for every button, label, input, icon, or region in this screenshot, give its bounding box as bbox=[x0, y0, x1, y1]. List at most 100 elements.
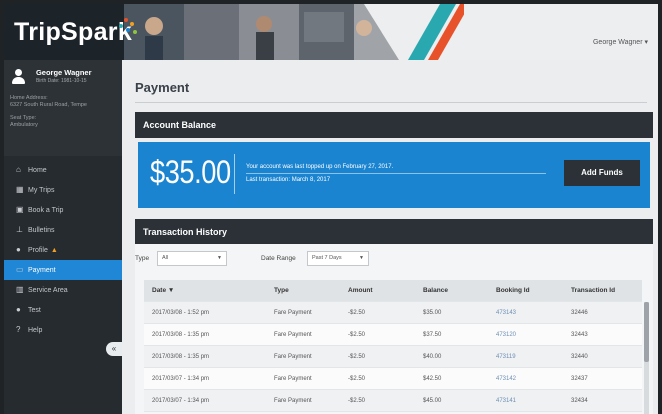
table-row: 2017/03/08 - 1:35 pm Fare Payment -$2.50… bbox=[144, 346, 642, 368]
cell-transaction-id: 32437 bbox=[571, 376, 588, 382]
header-banner: TripSpark bbox=[4, 4, 464, 60]
balance-divider bbox=[234, 154, 235, 194]
column-header-booking-id[interactable]: Booking Id bbox=[496, 280, 530, 302]
cell-type: Fare Payment bbox=[274, 354, 312, 360]
transaction-history-heading: Transaction History bbox=[135, 219, 653, 245]
profile-card: George Wagner Birth Date: 1981-10-15 Hom… bbox=[4, 60, 122, 156]
sidebar-item-label: Profile bbox=[28, 247, 48, 254]
avatar-icon bbox=[10, 68, 28, 86]
column-header-balance[interactable]: Balance bbox=[423, 280, 448, 302]
balance-text-divider bbox=[246, 173, 546, 174]
table-row: 2017/03/08 - 1:52 pm Fare Payment -$2.50… bbox=[144, 302, 642, 324]
type-filter-label: Type bbox=[135, 255, 150, 262]
booking-id-link[interactable]: 473141 bbox=[496, 390, 516, 412]
booking-id-link[interactable]: 473120 bbox=[496, 324, 516, 346]
booking-id-link[interactable]: 473143 bbox=[496, 302, 516, 324]
sidebar-item-label: Home bbox=[28, 167, 47, 174]
credit-card-icon: ▭ bbox=[16, 265, 24, 274]
account-balance-heading: Account Balance bbox=[135, 112, 653, 138]
cell-balance: $37.50 bbox=[423, 332, 442, 338]
chevron-down-icon: ▼ bbox=[359, 255, 364, 261]
title-divider bbox=[135, 102, 647, 103]
top-header: TripSpark George Wagner ▾ bbox=[4, 4, 658, 60]
address-label: Home Address: bbox=[10, 95, 48, 101]
profile-birth-date: Birth Date: 1981-10-15 bbox=[35, 78, 87, 84]
cell-type: Fare Payment bbox=[274, 398, 312, 404]
sidebar-item-profile[interactable]: ● Profile ▲ bbox=[4, 240, 122, 260]
question-icon: ? bbox=[16, 325, 21, 334]
user-menu[interactable]: George Wagner ▾ bbox=[593, 38, 648, 46]
cell-type: Fare Payment bbox=[274, 332, 312, 338]
sidebar-item-label: Book a Trip bbox=[28, 207, 64, 214]
sidebar-item-label: Test bbox=[28, 307, 41, 314]
table-row: 2017/03/08 - 1:35 pm Fare Payment -$2.50… bbox=[144, 324, 642, 346]
chevron-down-icon: ▼ bbox=[217, 255, 222, 261]
account-balance-panel: $35.00 Your account was last topped up o… bbox=[138, 142, 650, 208]
cell-type: Fare Payment bbox=[274, 310, 312, 316]
sidebar-item-label: Service Area bbox=[28, 287, 68, 294]
sidebar: George Wagner Birth Date: 1981-10-15 Hom… bbox=[4, 60, 122, 414]
cell-balance: $35.00 bbox=[423, 310, 442, 316]
page-title: Payment bbox=[135, 80, 190, 95]
cell-amount: -$2.50 bbox=[348, 332, 366, 338]
booking-id-link[interactable]: 473142 bbox=[496, 368, 516, 390]
cell-date: 2017/03/08 - 1:35 pm bbox=[152, 354, 210, 360]
cell-transaction-id: 32446 bbox=[571, 310, 588, 316]
sidebar-item-service-area[interactable]: ▥ Service Area bbox=[4, 280, 122, 300]
table-header-row: Date ▼ Type Amount Balance Booking Id Tr… bbox=[144, 280, 642, 302]
date-range-select-value: Past 7 Days bbox=[312, 255, 342, 261]
booking-id-link[interactable]: 473119 bbox=[496, 346, 516, 368]
table-scrollbar[interactable] bbox=[644, 302, 649, 414]
column-header-type[interactable]: Type bbox=[274, 280, 289, 302]
seat-value: Ambulatory bbox=[10, 122, 38, 128]
sidebar-item-bulletins[interactable]: ⊥ Bulletins bbox=[4, 220, 122, 240]
sidebar-item-payment[interactable]: ▭ Payment bbox=[4, 260, 122, 280]
last-transaction-text: Last transaction: March 8, 2017 bbox=[246, 177, 331, 183]
date-range-select[interactable]: Past 7 Days ▼ bbox=[307, 251, 369, 266]
scrollbar-thumb[interactable] bbox=[644, 302, 649, 362]
user-icon: ● bbox=[16, 245, 21, 254]
cell-amount: -$2.50 bbox=[348, 376, 366, 382]
sidebar-nav: ⌂ Home ▦ My Trips ▣ Book a Trip ⊥ Bulletins … bbox=[4, 160, 122, 340]
profile-name: George Wagner bbox=[35, 68, 92, 77]
cell-amount: -$2.50 bbox=[348, 354, 366, 360]
sidebar-item-label: My Trips bbox=[28, 187, 55, 194]
cell-date: 2017/03/08 - 1:35 pm bbox=[152, 332, 210, 338]
collapse-sidebar-button[interactable]: « bbox=[106, 342, 122, 356]
sidebar-item-label: Bulletins bbox=[28, 227, 55, 234]
map-icon: ▥ bbox=[16, 285, 24, 294]
cell-date: 2017/03/07 - 1:34 pm bbox=[152, 398, 210, 404]
sidebar-item-test[interactable]: ● Test bbox=[4, 300, 122, 320]
cell-transaction-id: 32440 bbox=[571, 354, 588, 360]
sidebar-item-home[interactable]: ⌂ Home bbox=[4, 160, 122, 180]
brand-logo[interactable]: TripSpark bbox=[14, 18, 132, 47]
cell-amount: -$2.50 bbox=[348, 398, 366, 404]
sidebar-item-book-a-trip[interactable]: ▣ Book a Trip bbox=[4, 200, 122, 220]
add-funds-button[interactable]: Add Funds bbox=[564, 160, 640, 186]
cell-balance: $45.00 bbox=[423, 398, 442, 404]
profile-seat-type: Seat Type: Ambulatory bbox=[10, 115, 116, 129]
column-header-transaction-id[interactable]: Transaction Id bbox=[571, 280, 615, 302]
column-header-date[interactable]: Date ▼ bbox=[152, 280, 174, 302]
cell-transaction-id: 32434 bbox=[571, 398, 588, 404]
table-row: 2017/03/07 - 1:34 pm Fare Payment -$2.50… bbox=[144, 390, 642, 412]
sidebar-item-label: Payment bbox=[28, 267, 56, 274]
bus-icon: ▣ bbox=[16, 205, 24, 214]
address-value: 6327 South Rural Road, Tempe bbox=[10, 102, 87, 108]
sidebar-item-label: Help bbox=[28, 327, 43, 334]
table-row: 2017/03/07 - 1:34 pm Fare Payment -$2.50… bbox=[144, 368, 642, 390]
sidebar-item-help[interactable]: ? Help bbox=[4, 320, 122, 340]
column-header-amount[interactable]: Amount bbox=[348, 280, 373, 302]
cell-balance: $40.00 bbox=[423, 354, 442, 360]
app-window: TripSpark George Wagner ▾ George Wagner … bbox=[4, 4, 658, 414]
user-icon: ● bbox=[16, 305, 21, 314]
seat-label: Seat Type: bbox=[10, 115, 37, 121]
profile-name-block: George Wagner Birth Date: 1981-10-15 bbox=[36, 68, 92, 84]
date-range-label: Date Range bbox=[261, 255, 296, 262]
brand-logo-dots-icon bbox=[116, 16, 138, 40]
sidebar-item-my-trips[interactable]: ▦ My Trips bbox=[4, 180, 122, 200]
warning-icon: ▲ bbox=[50, 247, 58, 254]
type-select[interactable]: All ▼ bbox=[157, 251, 227, 266]
cell-date: 2017/03/08 - 1:52 pm bbox=[152, 310, 210, 316]
cell-amount: -$2.50 bbox=[348, 310, 366, 316]
